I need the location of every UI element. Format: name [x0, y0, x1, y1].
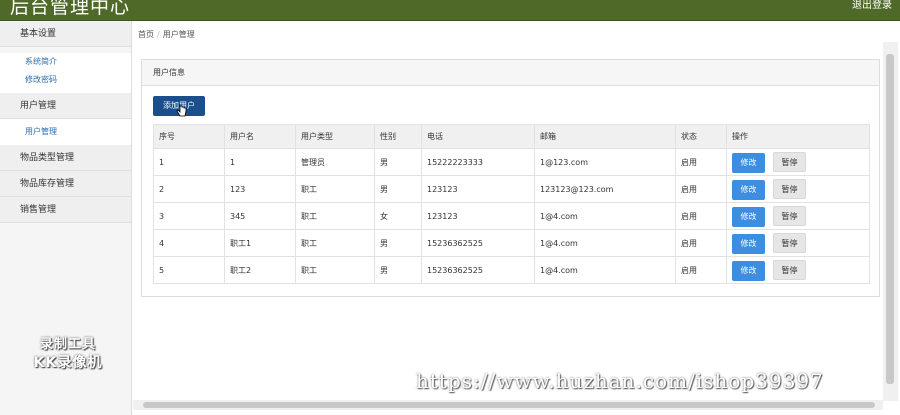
pause-button[interactable]: 暂停 [773, 178, 806, 199]
sidebar-group-sales-management[interactable]: 销售管理 [0, 197, 131, 223]
edit-button[interactable]: 修改 [732, 179, 765, 200]
cell-username: 职工1 [224, 229, 296, 257]
cell-status: 启用 [675, 229, 727, 257]
col-header-status: 状态 [675, 124, 727, 149]
sidebar-item-user-management[interactable]: 用户管理 [0, 123, 131, 141]
breadcrumb-separator: / [157, 30, 160, 39]
sidebar-group-basic-settings[interactable]: 基本设置 [0, 21, 131, 47]
cell-user-type: 职工 [295, 229, 375, 257]
cell-id: 2 [153, 175, 225, 203]
recorder-watermark-line2: KK录像机 [33, 355, 103, 371]
table-row: 4 职工1 职工男 15236362525 1@4.com 启用 修改 暂停 [153, 229, 870, 257]
col-header-phone: 电话 [421, 124, 535, 149]
cell-phone: 15236362525 [421, 229, 535, 257]
recorder-watermark-logo: 录制工具 KK录像机 [22, 333, 114, 372]
cell-user-type: 管理员 [295, 148, 375, 176]
cell-phone: 15236362525 [421, 256, 535, 284]
cell-status: 启用 [675, 148, 727, 176]
cell-gender: 女 [374, 202, 422, 230]
cell-user-type: 职工 [295, 175, 375, 203]
cell-actions: 修改 暂停 [726, 229, 870, 257]
edit-button[interactable]: 修改 [732, 260, 765, 281]
pause-button[interactable]: 暂停 [773, 259, 806, 280]
cell-actions: 修改 暂停 [726, 256, 870, 284]
col-header-actions: 操作 [726, 124, 870, 149]
edit-button[interactable]: 修改 [732, 206, 765, 227]
edit-button[interactable]: 修改 [732, 233, 765, 254]
col-header-user-type: 用户类型 [295, 124, 375, 149]
pause-button[interactable]: 暂停 [773, 232, 806, 253]
col-header-username: 用户名 [224, 124, 296, 149]
col-header-id: 序号 [153, 124, 225, 149]
cell-id: 4 [153, 229, 225, 257]
cell-email: 1@4.com [534, 229, 676, 257]
col-header-email: 邮箱 [534, 124, 676, 149]
cell-email: 123123@123.com [534, 175, 676, 203]
recorder-watermark-line1: 录制工具 [39, 337, 96, 352]
cell-actions: 修改 暂停 [726, 148, 870, 176]
cell-status: 启用 [675, 175, 727, 203]
table-header-row: 序号 用户名 用户类型 性别 电话 邮箱 状态 操作 [153, 124, 870, 149]
logout-link[interactable]: 退出登录 [852, 0, 892, 11]
cell-gender: 男 [374, 148, 422, 176]
sidebar-group-item-type-management[interactable]: 物品类型管理 [0, 145, 131, 171]
cell-id: 3 [153, 202, 225, 230]
cell-phone: 123123 [421, 202, 535, 230]
breadcrumb: 首页 / 用户管理 [138, 29, 195, 40]
sidebar-item-change-password[interactable]: 修改密码 [0, 71, 131, 89]
horizontal-scrollbar-thumb[interactable] [143, 402, 875, 408]
table-row: 1 1 管理员男 15222223333 1@123.com 启用 修改 暂停 [153, 148, 870, 176]
sidebar-item-system-intro[interactable]: 系统简介 [0, 53, 131, 71]
user-table: 序号 用户名 用户类型 性别 电话 邮箱 状态 操作 1 1 管理员男 1522222… [153, 124, 870, 284]
col-header-gender: 性别 [374, 124, 422, 149]
horizontal-scrollbar[interactable] [133, 400, 883, 410]
cell-username: 1 [224, 148, 296, 176]
cell-phone: 15222223333 [421, 148, 535, 176]
cell-id: 5 [153, 256, 225, 284]
table-row: 3 345 职工女 123123 1@4.com 启用 修改 暂停 [153, 202, 870, 230]
cell-actions: 修改 暂停 [726, 202, 870, 230]
cell-status: 启用 [675, 256, 727, 284]
panel-title: 用户信息 [142, 60, 879, 86]
cell-email: 1@4.com [534, 256, 676, 284]
breadcrumb-home[interactable]: 首页 [138, 30, 154, 39]
vertical-scrollbar[interactable] [883, 42, 898, 401]
cell-gender: 男 [374, 175, 422, 203]
cell-username: 职工2 [224, 256, 296, 284]
pause-button[interactable]: 暂停 [773, 205, 806, 226]
breadcrumb-current: 用户管理 [162, 30, 195, 39]
cell-actions: 修改 暂停 [726, 175, 870, 203]
cell-username: 123 [224, 175, 296, 203]
sidebar-group-user-management[interactable]: 用户管理 [0, 93, 131, 119]
cell-id: 1 [153, 148, 225, 176]
cell-user-type: 职工 [295, 256, 375, 284]
cell-email: 1@123.com [534, 148, 676, 176]
cell-phone: 123123 [421, 175, 535, 203]
pause-button[interactable]: 暂停 [773, 151, 806, 172]
cell-gender: 男 [374, 256, 422, 284]
user-info-panel: 用户信息 添加用户 序号 用户名 用户类型 性别 电话 邮箱 状态 操作 11管… [141, 59, 880, 297]
cell-username: 345 [224, 202, 296, 230]
vertical-scrollbar-thumb[interactable] [886, 54, 894, 384]
cell-gender: 男 [374, 229, 422, 257]
cell-status: 启用 [675, 202, 727, 230]
app-title: 后台管理中心 [10, 0, 131, 18]
top-header: 后台管理中心 退出登录 [0, 0, 900, 21]
table-row: 2 123 职工男 123123 123123@123.com 启用 修改 暂停 [153, 175, 870, 203]
url-watermark: https://www.huzhan.com/ishop39397 [416, 369, 824, 393]
edit-button[interactable]: 修改 [732, 152, 765, 173]
cell-email: 1@4.com [534, 202, 676, 230]
cell-user-type: 职工 [295, 202, 375, 230]
hand-cursor-icon [176, 104, 187, 117]
sidebar-group-inventory-management[interactable]: 物品库存管理 [0, 171, 131, 197]
table-row: 5 职工2 职工男 15236362525 1@4.com 启用 修改 暂停 [153, 256, 870, 284]
